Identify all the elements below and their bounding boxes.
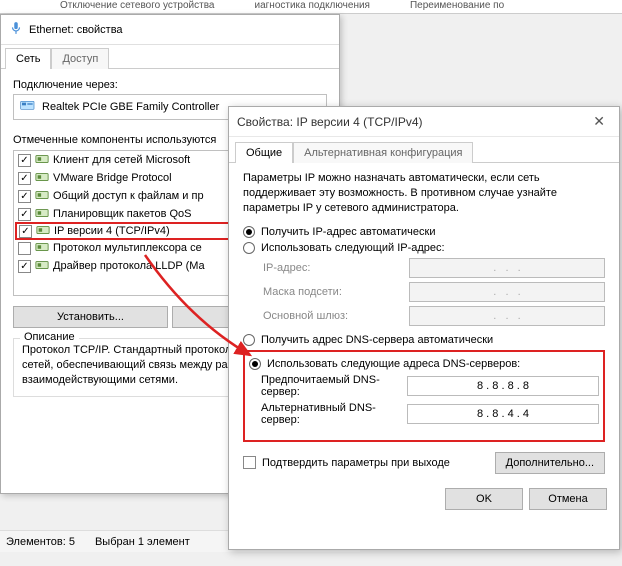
radio-dns-auto[interactable]: Получить адрес DNS-сервера автоматически — [243, 334, 605, 346]
component-icon — [35, 152, 49, 169]
ip-address-input: . . . — [409, 258, 605, 278]
tab-general[interactable]: Общие — [235, 142, 293, 163]
ip-address-label: IP-адрес: — [263, 262, 403, 274]
adapter-icon — [9, 21, 23, 38]
radio-label: Получить IP-адрес автоматически — [261, 226, 435, 238]
window-title: Свойства: IP версии 4 (TCP/IPv4) — [237, 115, 423, 129]
tabs: Общие Альтернативная конфигурация — [229, 137, 619, 162]
checkbox-icon[interactable]: ✓ — [18, 208, 31, 221]
window-title: Ethernet: свойства — [29, 24, 123, 36]
checkbox-icon[interactable]: ✓ — [18, 172, 31, 185]
radio-ip-manual[interactable]: Использовать следующий IP-адрес: — [243, 242, 605, 254]
toolbar-item[interactable]: Переименование по — [410, 0, 504, 13]
description-title: Описание — [20, 331, 79, 343]
radio-label: Получить адрес DNS-сервера автоматически — [261, 334, 493, 346]
window-titlebar: Свойства: IP версии 4 (TCP/IPv4) ✕ — [229, 107, 619, 137]
component-icon — [35, 206, 49, 223]
component-icon — [35, 258, 49, 275]
component-label: Планировщик пакетов QoS — [53, 208, 192, 220]
checkbox-icon[interactable]: ✓ — [18, 190, 31, 203]
explorer-toolbar: Отключение сетевого устройства иагностик… — [0, 0, 622, 14]
component-label: VMware Bridge Protocol — [53, 172, 172, 184]
component-label: Общий доступ к файлам и пр — [53, 190, 204, 202]
subnet-mask-label: Маска подсети: — [263, 286, 403, 298]
component-icon — [36, 223, 50, 240]
component-label: Протокол мультиплексора се — [53, 242, 202, 254]
tabs: Сеть Доступ — [1, 47, 339, 68]
radio-dns-manual[interactable]: Использовать следующие адреса DNS-сервер… — [249, 358, 599, 370]
dns-manual-block: Использовать следующие адреса DNS-сервер… — [243, 350, 605, 442]
connect-via-label: Подключение через: — [13, 79, 327, 91]
checkbox-icon — [243, 456, 256, 469]
window-titlebar: Ethernet: свойства — [1, 15, 339, 45]
checkbox-icon[interactable] — [18, 242, 31, 255]
ok-button[interactable]: OK — [445, 488, 523, 510]
status-count: Элементов: 5 — [6, 536, 75, 548]
tab-network[interactable]: Сеть — [5, 48, 51, 69]
alternate-dns-input[interactable]: 8 . 8 . 4 . 4 — [407, 404, 599, 424]
radio-icon — [243, 226, 255, 238]
radio-ip-auto[interactable]: Получить IP-адрес автоматически — [243, 226, 605, 238]
checkbox-icon[interactable]: ✓ — [18, 154, 31, 167]
advanced-button[interactable]: Дополнительно... — [495, 452, 605, 474]
preferred-dns-label: Предпочитаемый DNS-сервер: — [261, 374, 401, 398]
close-icon[interactable]: ✕ — [587, 113, 611, 130]
gateway-input: . . . — [409, 306, 605, 326]
radio-label: Использовать следующий IP-адрес: — [261, 242, 445, 254]
tab-alternate[interactable]: Альтернативная конфигурация — [293, 142, 473, 163]
radio-icon — [243, 242, 255, 254]
install-button[interactable]: Установить... — [13, 306, 168, 328]
component-label: Драйвер протокола LLDP (Ма — [53, 260, 205, 272]
component-icon — [35, 170, 49, 187]
component-icon — [35, 188, 49, 205]
toolbar-item[interactable]: иагностика подключения — [255, 0, 370, 13]
component-label: IP версии 4 (TCP/IPv4) — [54, 225, 170, 237]
subnet-mask-input: . . . — [409, 282, 605, 302]
tab-access[interactable]: Доступ — [51, 48, 109, 69]
status-selected: Выбран 1 элемент — [95, 536, 190, 548]
component-icon — [35, 240, 49, 257]
radio-icon — [243, 334, 255, 346]
checkbox-icon[interactable]: ✓ — [18, 260, 31, 273]
component-label: Клиент для сетей Microsoft — [53, 154, 190, 166]
gateway-label: Основной шлюз: — [263, 310, 403, 322]
intro-paragraph: Параметры IP можно назначать автоматичес… — [243, 171, 605, 216]
network-card-icon — [20, 99, 36, 116]
adapter-name: Realtek PCIe GBE Family Controller — [42, 101, 219, 113]
toolbar-item[interactable]: Отключение сетевого устройства — [60, 0, 215, 13]
radio-icon — [249, 358, 261, 370]
ipv4-properties-window: Свойства: IP версии 4 (TCP/IPv4) ✕ Общие… — [228, 106, 620, 550]
preferred-dns-input[interactable]: 8 . 8 . 8 . 8 — [407, 376, 599, 396]
confirm-on-exit-checkbox[interactable]: Подтвердить параметры при выходе — [243, 456, 450, 469]
checkbox-label: Подтвердить параметры при выходе — [262, 457, 450, 469]
checkbox-icon[interactable]: ✓ — [19, 225, 32, 238]
radio-label: Использовать следующие адреса DNS-сервер… — [267, 358, 520, 370]
cancel-button[interactable]: Отмена — [529, 488, 607, 510]
alternate-dns-label: Альтернативный DNS-сервер: — [261, 402, 401, 426]
